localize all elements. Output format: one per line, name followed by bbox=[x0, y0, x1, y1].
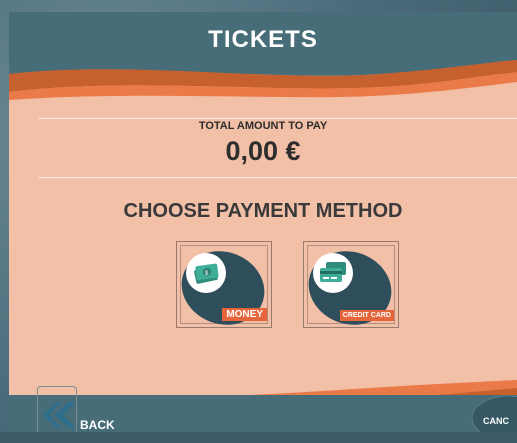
total-amount-label: TOTAL AMOUNT TO PAY bbox=[198, 120, 328, 132]
icon-badge: $ bbox=[186, 253, 226, 293]
divider-top bbox=[39, 118, 517, 119]
back-button[interactable]: BACK bbox=[37, 386, 115, 438]
choose-payment-heading: CHOOSE PAYMENT METHOD bbox=[123, 200, 403, 222]
header-wave bbox=[9, 52, 517, 100]
bottom-strip bbox=[0, 432, 517, 443]
double-chevron-left-icon bbox=[43, 402, 75, 428]
banknotes-icon: $ bbox=[194, 263, 219, 284]
pay-credit-card-button[interactable]: CREDIT CARD bbox=[303, 241, 399, 328]
credit-card-label: CREDIT CARD bbox=[339, 310, 394, 321]
back-label: BACK bbox=[80, 418, 115, 432]
divider-bottom bbox=[39, 177, 517, 178]
kiosk-panel: TICKETS TOTAL AMOUNT TO PAY 0,00 € CHOOS… bbox=[9, 12, 517, 443]
icon-badge bbox=[313, 253, 353, 293]
credit-card-icon bbox=[320, 262, 346, 282]
money-label: MONEY bbox=[222, 308, 267, 321]
cancel-label: CANC bbox=[483, 416, 509, 426]
total-amount-value: 0,00 € bbox=[225, 136, 301, 166]
page-title: TICKETS bbox=[208, 26, 318, 53]
pay-money-button[interactable]: $ MONEY bbox=[176, 241, 272, 328]
